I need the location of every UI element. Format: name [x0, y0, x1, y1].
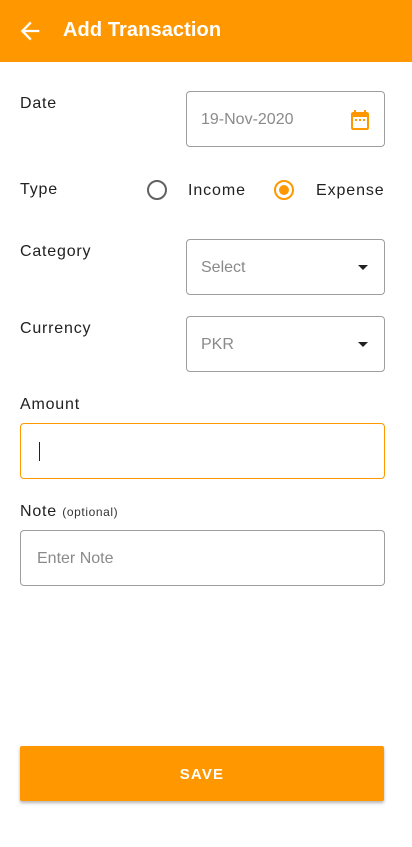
expense-radio[interactable] [274, 180, 294, 200]
note-label-text: Note [20, 503, 57, 520]
app-bar: Add Transaction [0, 0, 412, 62]
amount-input[interactable] [20, 423, 385, 479]
dropdown-arrow-icon [358, 265, 368, 270]
date-label: Date [20, 95, 57, 112]
category-label: Category [20, 243, 92, 260]
currency-label: Currency [20, 320, 92, 337]
income-radio-label[interactable]: Income [188, 182, 246, 200]
category-dropdown[interactable]: Select [186, 239, 385, 295]
text-cursor [39, 442, 40, 461]
currency-dropdown[interactable]: PKR [186, 316, 385, 372]
category-placeholder: Select [201, 259, 246, 276]
income-radio[interactable] [147, 180, 167, 200]
note-input[interactable]: Enter Note [20, 530, 385, 586]
currency-value: PKR [201, 336, 234, 353]
optional-hint: (optional) [62, 505, 119, 519]
save-button[interactable]: SAVE [20, 746, 384, 801]
save-button-label: SAVE [179, 766, 225, 783]
date-field[interactable]: 19-Nov-2020 [186, 91, 385, 147]
amount-label: Amount [20, 396, 80, 413]
dropdown-arrow-icon [358, 342, 368, 347]
page-title: Add Transaction [63, 19, 222, 41]
note-label: Note (optional) [20, 503, 118, 521]
type-label: Type [20, 181, 58, 198]
arrow-left-icon[interactable] [16, 17, 44, 45]
expense-radio-label[interactable]: Expense [316, 182, 385, 200]
calendar-icon[interactable] [348, 108, 372, 132]
date-value: 19-Nov-2020 [201, 111, 294, 128]
note-placeholder: Enter Note [37, 550, 114, 567]
